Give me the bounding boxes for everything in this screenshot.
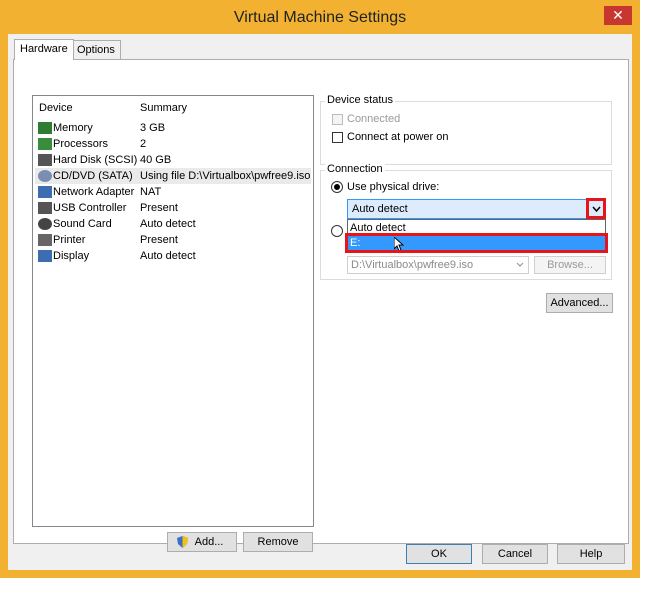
iso-path-value: D:\Virtualbox\pwfree9.iso (351, 259, 474, 271)
hard-disk-icon (38, 154, 52, 166)
device-summary: NAT (140, 186, 162, 198)
device-row[interactable]: Network Adapter NAT (35, 184, 311, 200)
device-summary: Present (140, 234, 178, 246)
connect-at-power-on-checkbox[interactable] (332, 132, 343, 143)
shield-icon (177, 536, 188, 548)
device-name: Printer (53, 234, 86, 246)
option-highlight-annotation (345, 233, 608, 253)
printer-icon (38, 234, 52, 246)
device-name: USB Controller (53, 202, 127, 214)
device-summary: Present (140, 202, 178, 214)
use-physical-drive-radio[interactable] (331, 181, 343, 193)
close-button[interactable]: ✕ (604, 6, 632, 25)
network-adapter-icon (38, 186, 52, 198)
hardware-panel: Device Summary Memory 3 GB Processors 2 Hard… (13, 59, 629, 552)
device-summary: 3 GB (140, 122, 166, 134)
iso-path-select[interactable]: D:\Virtualbox\pwfree9.iso (347, 256, 529, 274)
cd-dvd-icon (38, 170, 52, 182)
browse-button[interactable]: Browse... (534, 256, 606, 274)
display-icon (38, 250, 52, 262)
connected-label: Connected (347, 113, 401, 125)
sound-card-icon (38, 218, 52, 230)
device-row[interactable]: Hard Disk (SCSI) 40 GB (35, 152, 311, 168)
dropdown-highlight-annotation (586, 198, 606, 219)
use-iso-image-radio[interactable] (331, 225, 343, 237)
dialog-window: Virtual Machine Settings ✕ Hardware Opti… (0, 0, 640, 578)
device-name: CD/DVD (SATA) (53, 170, 133, 182)
device-row[interactable]: CD/DVD (SATA) Using file D:\Virtualbox\pw… (35, 168, 311, 184)
add-button[interactable]: Add... (167, 532, 237, 552)
device-row[interactable]: Sound Card Auto detect (35, 216, 311, 232)
device-summary: Using file D:\Virtualbox\pwfree9.iso (140, 170, 311, 182)
dialog-client: Hardware Options Device Summary Memory 3 … (8, 34, 632, 570)
device-summary: Auto detect (140, 218, 196, 230)
advanced-button[interactable]: Advanced... (546, 293, 613, 313)
ok-button[interactable]: OK (406, 544, 472, 564)
device-name: Memory (53, 122, 93, 134)
summary-column-header[interactable]: Summary (140, 102, 187, 114)
tab-hardware[interactable]: Hardware (14, 39, 74, 60)
device-name: Display (53, 250, 90, 262)
physical-drive-select-value: Auto detect (352, 203, 408, 215)
device-summary: 2 (140, 138, 147, 150)
device-row[interactable]: Processors 2 (35, 136, 311, 152)
device-row[interactable]: Memory 3 GB (35, 120, 311, 136)
device-name: Network Adapter (53, 186, 135, 198)
device-status-title: Device status (325, 94, 396, 106)
device-name: Hard Disk (SCSI) (53, 154, 138, 166)
device-row[interactable]: USB Controller Present (35, 200, 311, 216)
device-summary: 40 GB (140, 154, 172, 166)
close-icon: ✕ (612, 7, 624, 23)
physical-drive-select[interactable]: Auto detect (347, 199, 606, 219)
device-list[interactable]: Device Summary Memory 3 GB Processors 2 Hard… (32, 95, 314, 527)
remove-button[interactable]: Remove (243, 532, 313, 552)
processor-icon (38, 138, 52, 150)
device-column-header[interactable]: Device (39, 102, 73, 114)
device-summary: Auto detect (140, 250, 196, 262)
connection-title: Connection (325, 163, 385, 175)
device-row[interactable]: Display Auto detect (35, 248, 311, 264)
use-physical-drive-label: Use physical drive: (347, 181, 440, 193)
usb-controller-icon (38, 202, 52, 214)
cancel-button[interactable]: Cancel (482, 544, 548, 564)
help-button[interactable]: Help (557, 544, 625, 564)
title-bar[interactable]: Virtual Machine Settings ✕ (0, 0, 640, 34)
device-row[interactable]: Printer Present (35, 232, 311, 248)
connect-at-power-on-label: Connect at power on (347, 131, 449, 143)
chevron-down-icon (516, 262, 524, 267)
memory-icon (38, 122, 52, 134)
window-title: Virtual Machine Settings (233, 9, 407, 26)
connected-checkbox[interactable] (332, 114, 343, 125)
device-name: Sound Card (53, 218, 112, 230)
device-name: Processors (53, 138, 109, 150)
tab-options[interactable]: Options (71, 40, 121, 59)
